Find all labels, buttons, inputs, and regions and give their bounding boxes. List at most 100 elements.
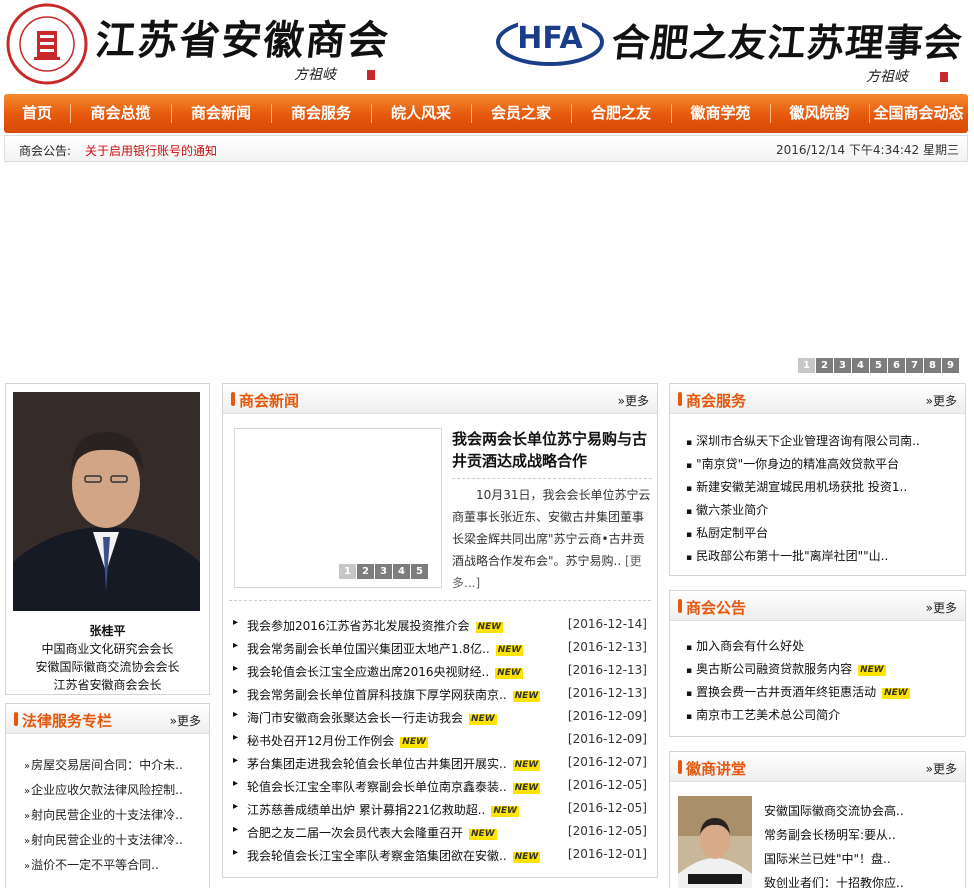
new-badge: NEW — [512, 783, 541, 794]
legal-list-item[interactable]: 溢价不一定不平等合同.. — [24, 856, 159, 873]
lecture-list-item[interactable]: 致创业者们：十招教你应.. — [764, 874, 904, 888]
service-list-item[interactable]: 徽六茶业简介 — [686, 501, 768, 518]
banner-page-button[interactable]: 3 — [834, 358, 851, 373]
president-name: 张桂平 — [89, 624, 126, 638]
notice-bar: 商会公告: 关于启用银行账号的通知 2016/12/14 下午4:34:42 星… — [4, 135, 968, 162]
news-row[interactable]: ▸ 我会常务副会长单位国兴集团亚太地产1.8亿.. NEW [2016-12-13] — [233, 640, 647, 658]
nav-item[interactable]: 全国商会动态 — [869, 94, 968, 133]
banner-page-button[interactable]: 1 — [798, 358, 815, 373]
nav-item[interactable]: 徽商学苑 — [671, 94, 770, 133]
banner-page-button[interactable]: 4 — [852, 358, 869, 373]
bullet-icon: ▸ — [233, 640, 239, 651]
announcement-more-link[interactable]: »更多 — [926, 599, 957, 616]
news-row[interactable]: ▸ 茅台集团走进我会轮值会长单位古井集团开展实.. NEW [2016-12-07] — [233, 755, 647, 773]
nav-item[interactable]: 首页 — [4, 94, 70, 133]
president-photo — [13, 392, 200, 611]
section-marker-icon — [14, 712, 18, 726]
feature-page-button[interactable]: 5 — [411, 564, 428, 579]
service-list-item[interactable]: 民政部公布第十一批"离岸社团""山.. — [686, 547, 888, 564]
banner-page-button[interactable]: 8 — [924, 358, 941, 373]
news-row[interactable]: ▸ 合肥之友二届一次会员代表大会隆重召开 NEW [2016-12-05] — [233, 824, 647, 842]
lecture-list-item[interactable]: 常务副会长杨明军:要从.. — [764, 826, 896, 843]
announcement-list-item[interactable]: 南京市工艺美术总公司简介 — [686, 706, 840, 723]
news-row[interactable]: ▸ 秘书处召开12月份工作例会 NEW [2016-12-09] — [233, 732, 647, 750]
feature-pager: 12345 — [339, 564, 428, 579]
legal-list-item[interactable]: 射向民营企业的十支法律冷.. — [24, 831, 183, 848]
news-date: [2016-12-07] — [567, 755, 647, 769]
lecture-panel: 徽商讲堂 »更多 安徽国际徽商交流协会高.. 常务副会长杨明军:要从.. 国际米兰已… — [669, 751, 966, 888]
feature-page-button[interactable]: 2 — [357, 564, 374, 579]
feature-page-button[interactable]: 4 — [393, 564, 410, 579]
news-more-link[interactable]: »更多 — [618, 392, 649, 409]
bullet-icon: ▸ — [233, 847, 239, 858]
lecture-photo[interactable] — [678, 796, 752, 888]
signature-right: 方祖岐 — [866, 69, 908, 85]
service-list-item[interactable]: 新建安徽芜湖宣城民用机场获批 投资1.. — [686, 478, 907, 495]
service-list-item[interactable]: "南京贷"一你身边的精准高效贷款平台 — [686, 455, 899, 472]
news-row[interactable]: ▸ 海门市安徽商会张聚达会长一行走访我会 NEW [2016-12-09] — [233, 709, 647, 727]
news-row[interactable]: ▸ 我会参加2016江苏省苏北发展投资推介会 NEW [2016-12-14] — [233, 617, 647, 635]
nav-item[interactable]: 会员之家 — [471, 94, 571, 133]
banner-pager: 123456789 — [798, 358, 959, 373]
banner-page-button[interactable]: 5 — [870, 358, 887, 373]
bullet-icon: ▸ — [233, 663, 239, 674]
feature-page-button[interactable]: 3 — [375, 564, 392, 579]
new-badge: NEW — [512, 760, 541, 771]
announcement-list-item[interactable]: 置换会费一古井贡酒年终钜惠活动NEW — [686, 683, 910, 700]
feature-headline[interactable]: 我会两会长单位苏宁易购与古井贡酒达成战略合作 — [452, 428, 652, 472]
news-title[interactable]: 江苏慈善成绩单出炉 累计募捐221亿救助超.. NEW — [247, 801, 519, 818]
news-title[interactable]: 轮值会长江宝全率队考察副会长单位南京鑫泰装.. NEW — [247, 778, 541, 795]
lecture-list-item[interactable]: 安徽国际徽商交流协会高.. — [764, 802, 904, 819]
news-row[interactable]: ▸ 我会轮值会长江宝全率队考察金箔集团欲在安徽.. NEW [2016-12-01] — [233, 847, 647, 865]
news-row[interactable]: ▸ 我会常务副会长单位首屏科技旗下厚学网获南京.. NEW [2016-12-13] — [233, 686, 647, 704]
service-list-item[interactable]: 私厨定制平台 — [686, 524, 768, 541]
legal-list-item[interactable]: 射向民营企业的十支法律冷.. — [24, 806, 183, 823]
divider — [452, 478, 652, 479]
nav-item[interactable]: 皖人风采 — [371, 94, 471, 133]
legal-list-item[interactable]: 房屋交易居间合同：中介未.. — [24, 756, 183, 773]
news-row[interactable]: ▸ 江苏慈善成绩单出炉 累计募捐221亿救助超.. NEW [2016-12-05] — [233, 801, 647, 819]
banner-page-button[interactable]: 9 — [942, 358, 959, 373]
nav-item[interactable]: 商会新闻 — [171, 94, 271, 133]
service-list-item[interactable]: 深圳市合纵天下企业管理咨询有限公司南.. — [686, 432, 920, 449]
news-row[interactable]: ▸ 我会轮值会长江宝全应邀出席2016央视财经.. NEW [2016-12-13] — [233, 663, 647, 681]
service-more-link[interactable]: »更多 — [926, 392, 957, 409]
banner-page-button[interactable]: 2 — [816, 358, 833, 373]
announcement-list-item[interactable]: 奥古斯公司融资贷款服务内容NEW — [686, 660, 886, 677]
banner-page-button[interactable]: 6 — [888, 358, 905, 373]
chamber-seal-logo-icon[interactable] — [6, 3, 88, 85]
news-title[interactable]: 我会常务副会长单位国兴集团亚太地产1.8亿.. NEW — [247, 640, 524, 657]
announcement-list-item[interactable]: 加入商会有什么好处 — [686, 637, 804, 654]
divider — [229, 600, 651, 601]
news-title[interactable]: 我会参加2016江苏省苏北发展投资推介会 NEW — [247, 617, 504, 634]
news-title[interactable]: 海门市安徽商会张聚达会长一行走访我会 NEW — [247, 709, 497, 726]
notice-link[interactable]: 关于启用银行账号的通知 — [85, 142, 217, 159]
legal-more-link[interactable]: »更多 — [170, 712, 201, 729]
hfa-logo-icon[interactable]: HFA — [496, 12, 604, 68]
news-title[interactable]: 我会常务副会长单位首屏科技旗下厚学网获南京.. NEW — [247, 686, 541, 703]
nav-item[interactable]: 徽风皖韵 — [770, 94, 869, 133]
news-title[interactable]: 茅台集团走进我会轮值会长单位古井集团开展实.. NEW — [247, 755, 541, 772]
news-row[interactable]: ▸ 轮值会长江宝全率队考察副会长单位南京鑫泰装.. NEW [2016-12-05] — [233, 778, 647, 796]
nav-item[interactable]: 商会总揽 — [70, 94, 171, 133]
panel-header: 徽商讲堂 »更多 — [670, 752, 965, 782]
feature-page-button[interactable]: 1 — [339, 564, 356, 579]
news-date: [2016-12-09] — [567, 732, 647, 746]
new-badge: NEW — [512, 691, 541, 702]
nav-item[interactable]: 合肥之友 — [571, 94, 671, 133]
panel-header: 法律服务专栏 »更多 — [6, 704, 209, 734]
lecture-more-link[interactable]: »更多 — [926, 760, 957, 777]
news-title[interactable]: 我会轮值会长江宝全应邀出席2016央视财经.. NEW — [247, 663, 523, 680]
panel-header: 商会公告 »更多 — [670, 591, 965, 621]
seal-stamp-icon — [940, 72, 948, 82]
news-title[interactable]: 我会轮值会长江宝全率队考察金箔集团欲在安徽.. NEW — [247, 847, 541, 864]
news-title[interactable]: 合肥之友二届一次会员代表大会隆重召开 NEW — [247, 824, 497, 841]
news-date: [2016-12-05] — [567, 778, 647, 792]
announcement-panel-title: 商会公告 — [686, 599, 747, 617]
nav-item[interactable]: 商会服务 — [271, 94, 371, 133]
news-title[interactable]: 秘书处召开12月份工作例会 NEW — [247, 732, 428, 749]
banner-page-button[interactable]: 7 — [906, 358, 923, 373]
new-badge: NEW — [475, 622, 504, 633]
legal-list-item[interactable]: 企业应收欠款法律风险控制.. — [24, 781, 183, 798]
lecture-list-item[interactable]: 国际米兰已姓"中"！盘.. — [764, 850, 891, 867]
